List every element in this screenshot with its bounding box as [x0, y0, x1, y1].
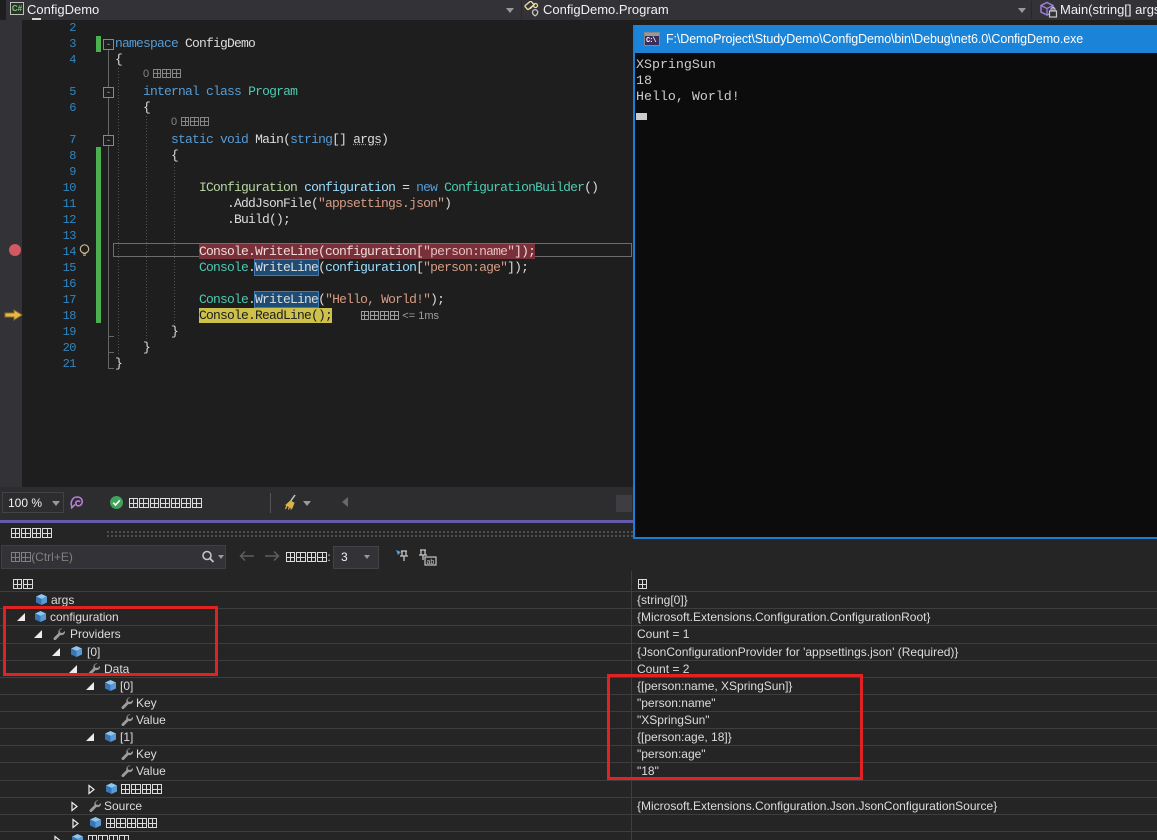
- svg-text:ab: ab: [427, 559, 435, 566]
